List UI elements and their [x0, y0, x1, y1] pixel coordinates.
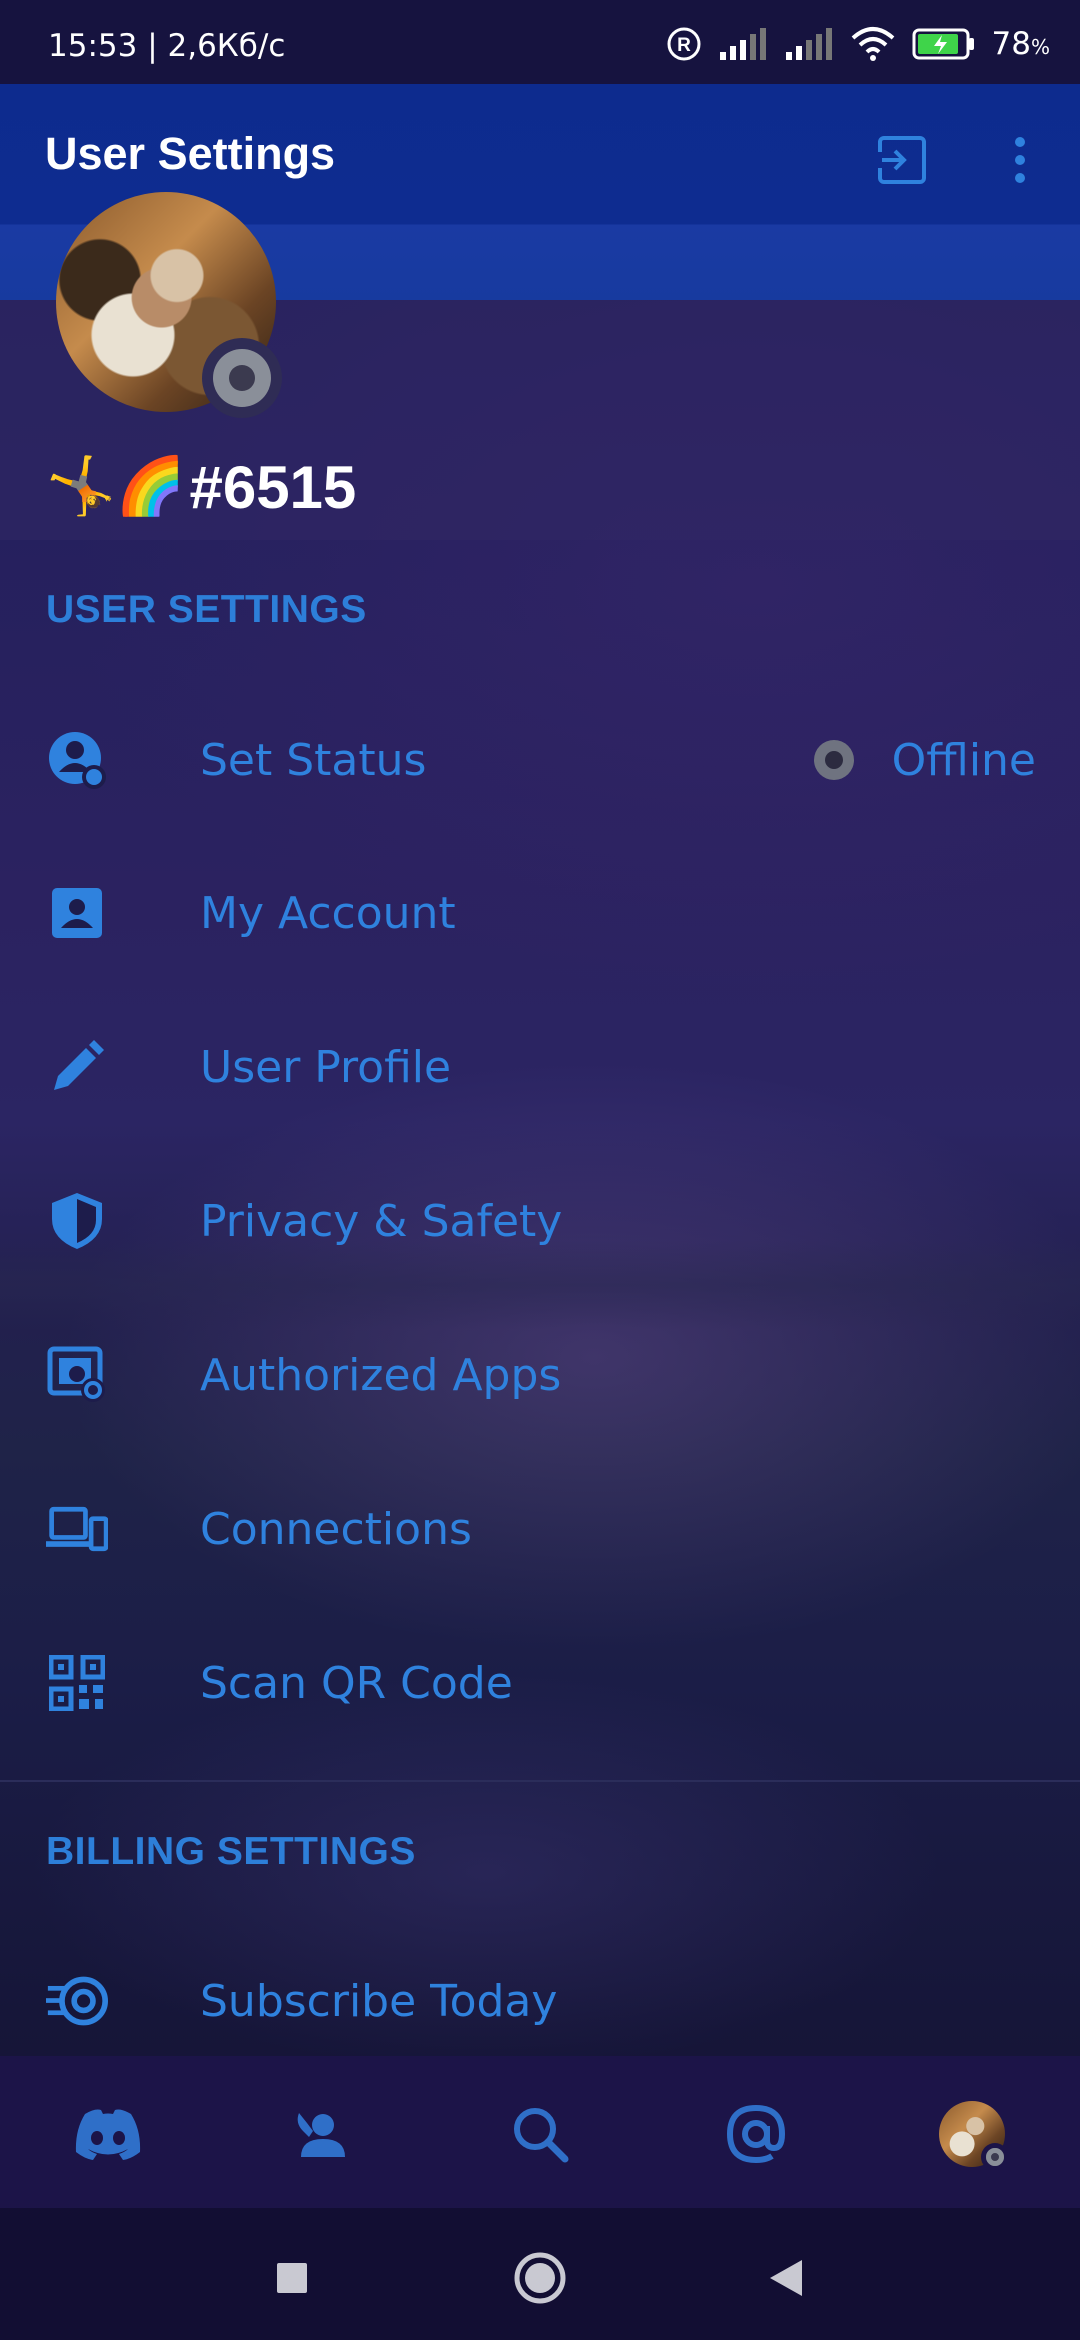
menu-item-subscribe-today[interactable]: Subscribe Today: [0, 1936, 1080, 2066]
back-triangle-icon: [770, 2260, 802, 2296]
menu-item-label: Subscribe Today: [200, 1975, 558, 2027]
menu-item-scan-qr[interactable]: Scan QR Code: [0, 1618, 1080, 1748]
status-icons: R 78%: [666, 26, 1050, 62]
svg-text:R: R: [677, 35, 691, 56]
status-indicator-offline: [202, 338, 282, 418]
current-status: Offline: [813, 734, 1036, 786]
bottom-navigation: [0, 2056, 1080, 2208]
user-settings-heading: USER SETTINGS: [46, 588, 367, 631]
system-navigation-bar: [0, 2208, 1080, 2340]
menu-item-my-account[interactable]: My Account: [0, 848, 1080, 978]
menu-item-set-status[interactable]: Set Status Offline: [0, 695, 1080, 825]
pencil-icon: [46, 1036, 108, 1098]
qr-code-icon: [46, 1652, 108, 1714]
nav-home-button[interactable]: [68, 2096, 148, 2172]
profile-avatar[interactable]: [939, 2101, 1009, 2171]
menu-item-label: Privacy & Safety: [200, 1195, 563, 1247]
mini-status-indicator: [981, 2143, 1009, 2171]
user-tag: #6515: [189, 453, 357, 521]
username-emojis: 🤸🌈: [46, 454, 186, 519]
battery-icon: [912, 28, 974, 60]
friends-icon: [297, 2113, 345, 2157]
menu-item-label: Connections: [200, 1503, 472, 1555]
billing-settings-heading: BILLING SETTINGS: [46, 1830, 416, 1873]
search-icon: [514, 2108, 569, 2163]
nav-friends-button[interactable]: [286, 2096, 366, 2172]
signal-icon-2: [785, 28, 832, 60]
menu-item-label: My Account: [200, 887, 456, 939]
status-bar: 15:53 | 2,6Кб/с R 78%: [0, 0, 1080, 84]
wifi-icon: [851, 27, 894, 61]
page-title: User Settings: [45, 128, 336, 179]
status-time: 15:53 | 2,6Кб/с: [48, 28, 286, 64]
battery-percent: 78%: [991, 26, 1050, 62]
menu-item-user-profile[interactable]: User Profile: [0, 1002, 1080, 1132]
authorized-apps-icon: [46, 1344, 108, 1406]
menu-item-label: Set Status: [200, 734, 427, 786]
offline-status-icon: [813, 740, 854, 780]
menu-item-authorized-apps[interactable]: Authorized Apps: [0, 1310, 1080, 1440]
section-divider: [0, 1780, 1080, 1782]
nav-mentions-button[interactable]: [716, 2096, 796, 2172]
account-icon: [46, 882, 108, 944]
menu-item-label: User Profile: [200, 1041, 452, 1093]
back-button[interactable]: [756, 2248, 816, 2308]
logout-button[interactable]: [872, 130, 932, 190]
menu-item-label: Authorized Apps: [200, 1349, 562, 1401]
square-icon: [277, 2263, 307, 2293]
nav-search-button[interactable]: [500, 2096, 580, 2172]
username: 🤸🌈 #6515: [46, 452, 356, 522]
more-options-button[interactable]: [990, 130, 1050, 190]
more-vertical-icon: [1015, 137, 1025, 183]
mentions-icon: [726, 2104, 786, 2164]
discord-home-icon: [75, 2109, 141, 2160]
profile-avatar-wrap[interactable]: [56, 192, 282, 418]
menu-item-label: Scan QR Code: [200, 1657, 513, 1709]
registered-icon: R: [667, 27, 701, 61]
devices-icon: [46, 1498, 108, 1560]
signal-icon: [719, 28, 766, 60]
menu-item-privacy-safety[interactable]: Privacy & Safety: [0, 1156, 1080, 1286]
current-status-label: Offline: [891, 734, 1036, 786]
recent-apps-button[interactable]: [262, 2248, 322, 2308]
nav-profile-button[interactable]: [932, 2096, 1012, 2172]
shield-icon: [46, 1190, 108, 1252]
circle-icon: [514, 2252, 566, 2304]
menu-item-connections[interactable]: Connections: [0, 1464, 1080, 1594]
logout-icon: [874, 136, 926, 184]
set-status-icon: [46, 729, 108, 791]
nitro-icon: [46, 1970, 108, 2032]
home-button[interactable]: [510, 2248, 570, 2308]
